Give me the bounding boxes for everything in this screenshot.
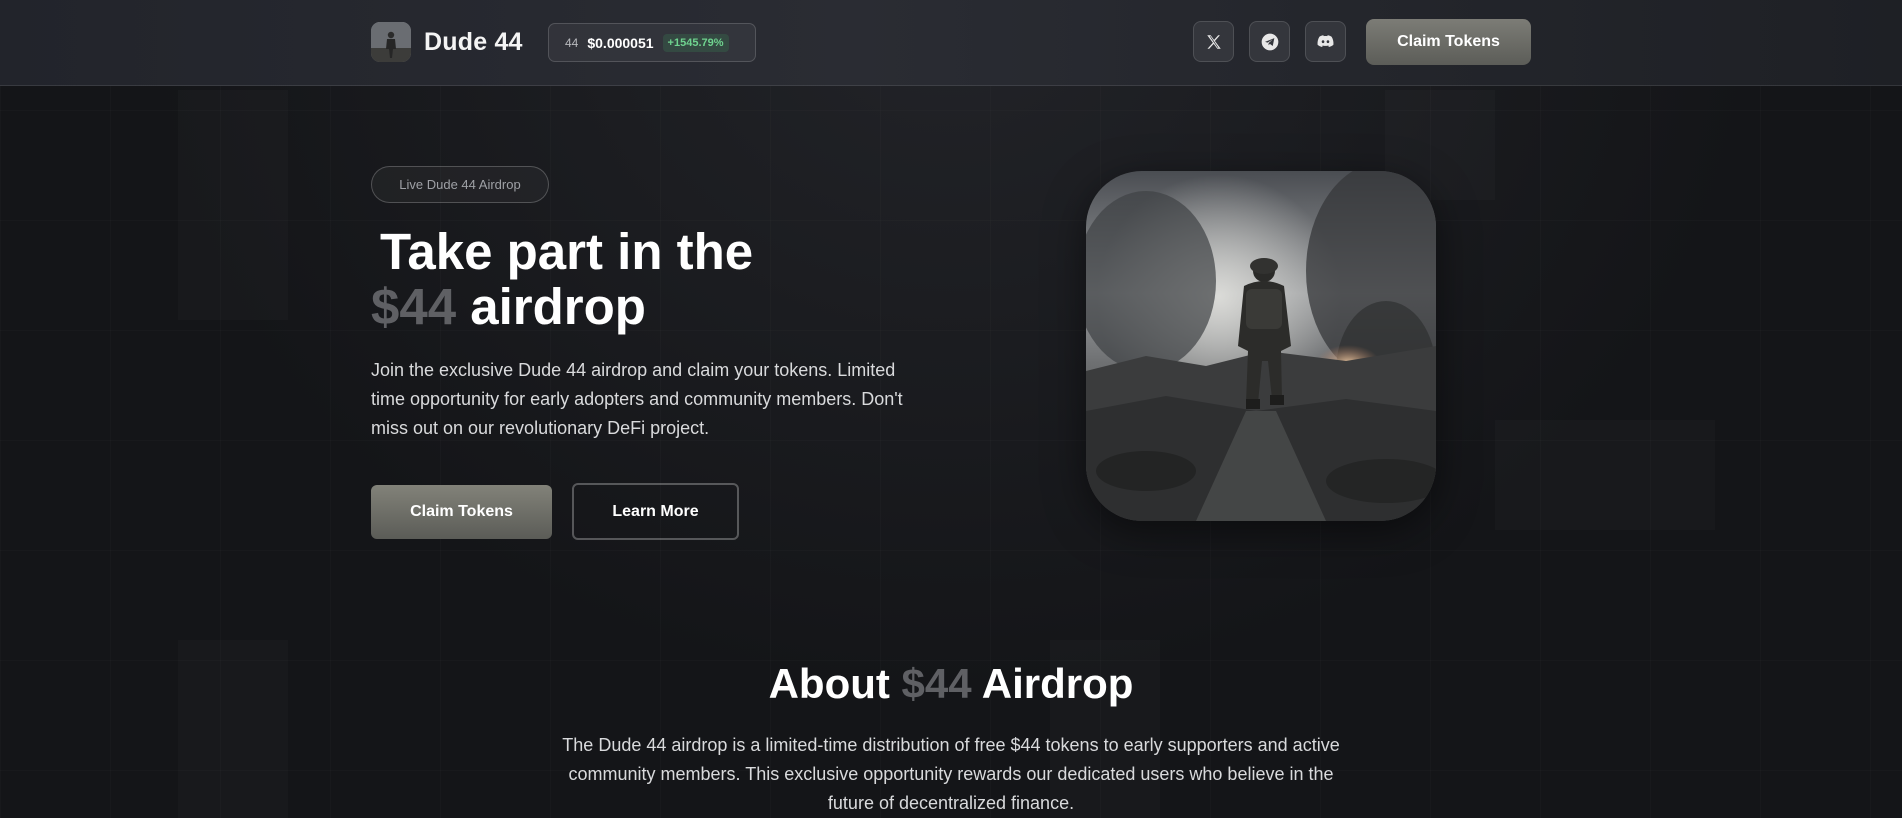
about-title-highlight: $44 [901, 660, 972, 707]
ticker-price: $0.000051 [587, 34, 654, 51]
header-claim-tokens-button[interactable]: Claim Tokens [1366, 19, 1531, 65]
discord-icon [1317, 35, 1334, 48]
about-title: About $44 Airdrop [0, 660, 1902, 708]
brand[interactable]: Dude 44 [371, 22, 523, 62]
hero-description: Join the exclusive Dude 44 airdrop and c… [371, 360, 903, 438]
hero-title: Take part in the $44 airdrop [371, 224, 971, 334]
about-title-pre: About [768, 660, 902, 707]
ticker-change-badge: +1545.79% [662, 33, 729, 52]
x-social-button[interactable] [1193, 21, 1234, 62]
about-title-post: Airdrop [971, 660, 1134, 707]
telegram-social-button[interactable] [1249, 21, 1290, 62]
claim-tokens-button[interactable]: Claim Tokens [371, 485, 552, 539]
soldier-hero-image [1086, 171, 1436, 521]
hero-title-highlight: $44 [371, 278, 457, 335]
page: Dude 44 44 $0.000051 +1545.79% Claim Tok… [0, 0, 1902, 818]
hero-title-rest: airdrop [456, 278, 646, 335]
live-airdrop-badge: Live Dude 44 Airdrop [371, 166, 549, 203]
hero-title-line1: Take part in the [380, 223, 754, 280]
background-tile [1495, 420, 1715, 530]
learn-more-button[interactable]: Learn More [572, 483, 739, 540]
top-navbar: Dude 44 44 $0.000051 +1545.79% Claim Tok… [0, 0, 1902, 86]
brand-logo [371, 22, 411, 62]
background-tile [178, 90, 288, 320]
price-ticker: 44 $0.000051 +1545.79% [548, 23, 756, 62]
about-description: The Dude 44 airdrop is a limited-time di… [562, 735, 1340, 813]
telegram-icon [1261, 33, 1278, 50]
ticker-symbol: 44 [565, 35, 579, 50]
discord-social-button[interactable] [1305, 21, 1346, 62]
x-icon [1206, 34, 1221, 49]
brand-name: Dude 44 [424, 27, 523, 56]
